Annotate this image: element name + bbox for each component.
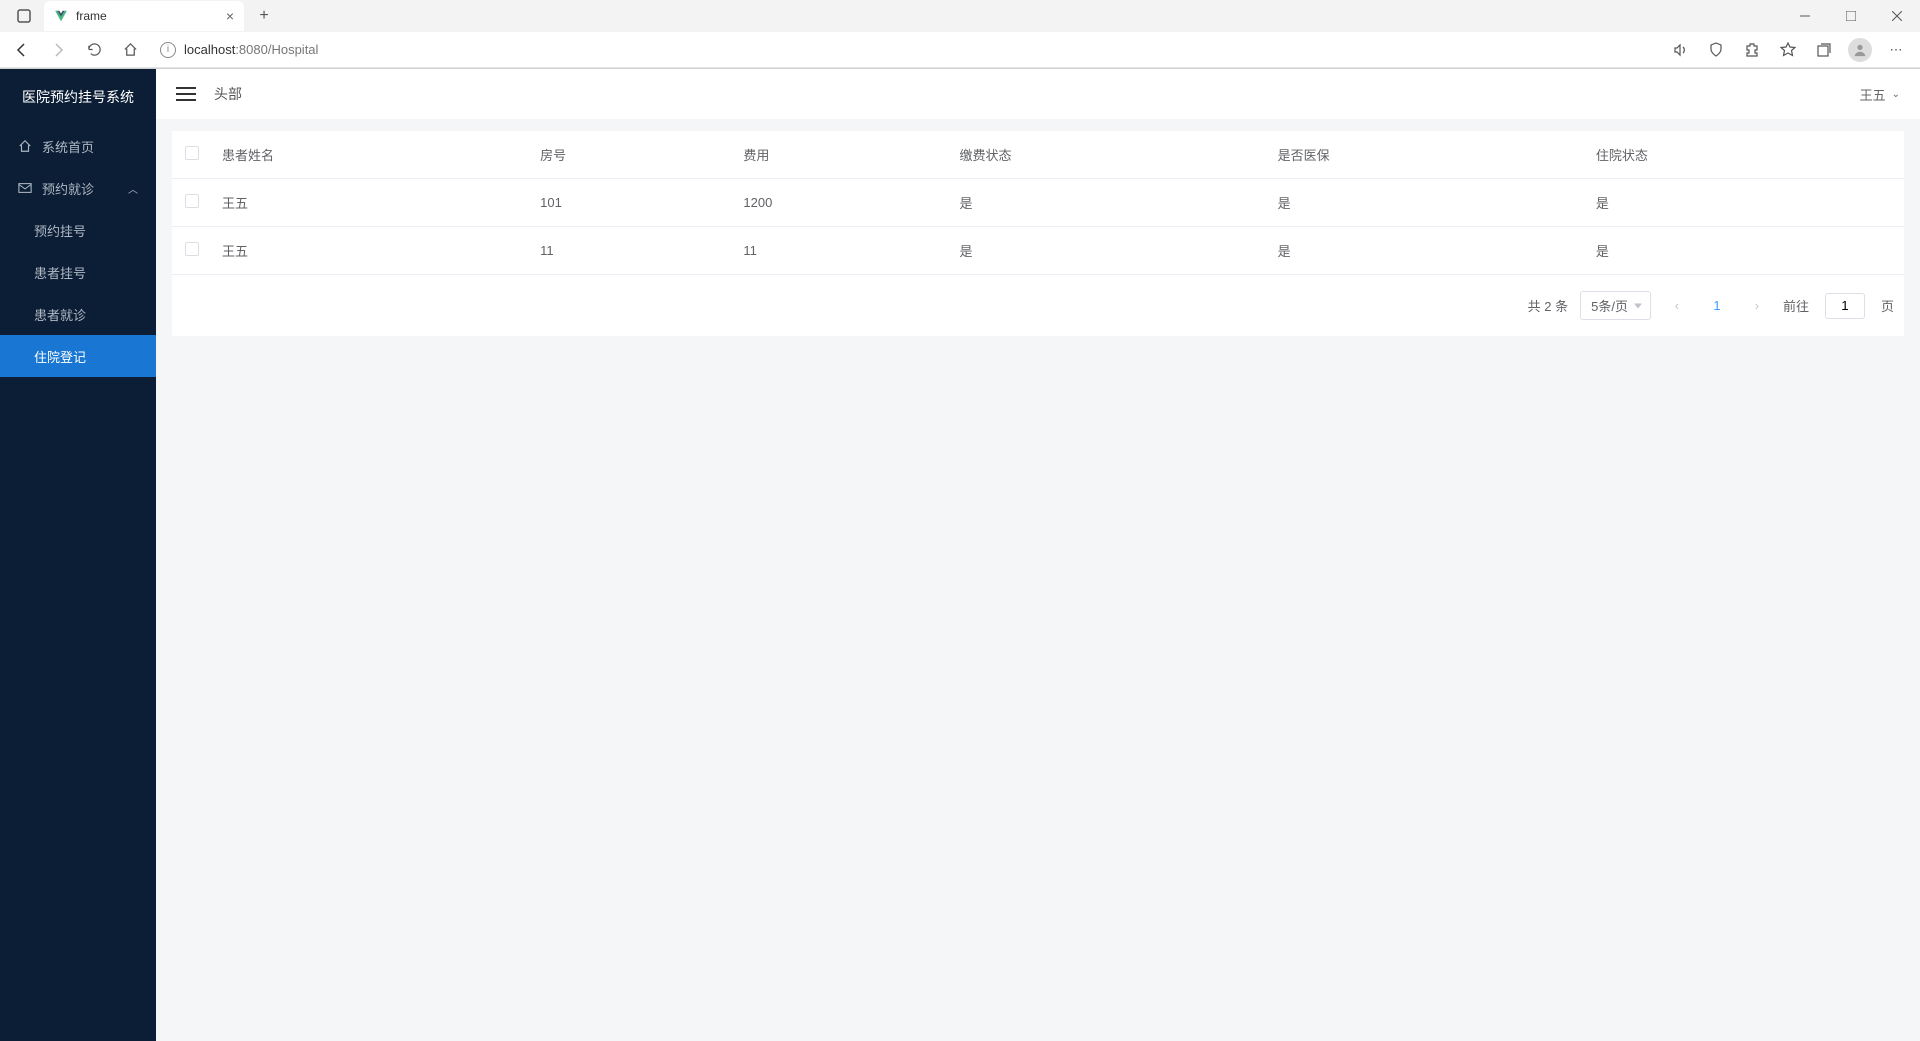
tab-title: frame — [76, 9, 218, 23]
sidebar-item-label: 预约就诊 — [42, 179, 94, 198]
table-header-row: 患者姓名 房号 费用 缴费状态 是否医保 住院状态 — [172, 131, 1904, 179]
pagination: 共 2 条 5条/页 ‹ 1 › 前往 页 — [172, 275, 1904, 336]
sidebar-item-label: 住院登记 — [34, 347, 86, 366]
forward-button[interactable] — [44, 36, 72, 64]
next-page-button[interactable]: › — [1743, 293, 1771, 319]
maximize-button[interactable] — [1828, 0, 1874, 32]
site-info-icon[interactable]: i — [160, 42, 176, 58]
prev-page-button[interactable]: ‹ — [1663, 293, 1691, 319]
minimize-button[interactable] — [1782, 0, 1828, 32]
sidebar-item-label: 患者就诊 — [34, 305, 86, 324]
url-bar[interactable]: i localhost:8080/Hospital — [152, 36, 1656, 64]
more-menu-icon[interactable]: ⋯ — [1880, 36, 1912, 64]
table-cell: 是 — [1586, 179, 1904, 227]
page-size-select[interactable]: 5条/页 — [1580, 291, 1651, 320]
breadcrumb: 头部 — [214, 84, 242, 104]
row-select-cell — [172, 227, 212, 275]
sidebar-item-hospitalization[interactable]: 住院登记 — [0, 335, 156, 377]
page-number[interactable]: 1 — [1703, 293, 1731, 319]
table-header: 缴费状态 — [950, 131, 1268, 179]
chevron-down-icon: ⌄ — [1892, 89, 1900, 100]
close-window-button[interactable] — [1874, 0, 1920, 32]
row-select-cell — [172, 179, 212, 227]
sidebar-item-home[interactable]: 系统首页 — [0, 125, 156, 167]
data-table: 患者姓名 房号 费用 缴费状态 是否医保 住院状态 王五 101 — [172, 131, 1904, 275]
mail-icon — [18, 181, 32, 195]
browser-action-icons: ⋯ — [1664, 36, 1912, 64]
table-cell: 是 — [950, 227, 1268, 275]
vue-favicon — [54, 9, 68, 23]
table-cell: 王五 — [212, 227, 530, 275]
sidebar-item-appointment-register[interactable]: 预约挂号 — [0, 209, 156, 251]
browser-chrome: frame × + i localhost:8080/Hospital ⋯ — [0, 0, 1920, 69]
back-button[interactable] — [8, 36, 36, 64]
app-root: code51.cncode51.cncode51.cncode51.cncode… — [0, 69, 1920, 1041]
sidebar-title: 医院预约挂号系统 — [0, 69, 156, 125]
user-name: 王五 — [1860, 85, 1886, 104]
table-row[interactable]: 王五 101 1200 是 是 是 — [172, 179, 1904, 227]
tab-bar: frame × + — [0, 0, 1920, 32]
sidebar: 医院预约挂号系统 系统首页 预约就诊 ︿ 预约挂号 患者挂号 患者就诊 住院登记 — [0, 69, 156, 1041]
user-dropdown[interactable]: 王五 ⌄ — [1860, 85, 1900, 104]
window-controls — [1782, 0, 1920, 32]
goto-page-input[interactable] — [1825, 293, 1865, 319]
refresh-button[interactable] — [80, 36, 108, 64]
table-cell: 1200 — [733, 179, 949, 227]
table-header: 是否医保 — [1268, 131, 1586, 179]
url-text: localhost:8080/Hospital — [184, 42, 318, 57]
table-cell: 是 — [950, 179, 1268, 227]
table-row[interactable]: 王五 11 11 是 是 是 — [172, 227, 1904, 275]
goto-suffix: 页 — [1881, 296, 1894, 315]
profile-avatar[interactable] — [1844, 36, 1876, 64]
sidebar-item-label: 患者挂号 — [34, 263, 86, 282]
sidebar-item-appointment-parent[interactable]: 预约就诊 ︿ — [0, 167, 156, 209]
table-cell: 是 — [1586, 227, 1904, 275]
browser-tab[interactable]: frame × — [44, 1, 244, 31]
collections-icon[interactable] — [1808, 36, 1840, 64]
topbar: 头部 王五 ⌄ — [156, 69, 1920, 119]
table-header: 住院状态 — [1586, 131, 1904, 179]
pagination-total: 共 2 条 — [1528, 296, 1568, 315]
table-header: 费用 — [733, 131, 949, 179]
select-all-cell — [172, 131, 212, 179]
extensions-icon[interactable] — [1736, 36, 1768, 64]
select-all-checkbox[interactable] — [185, 146, 199, 160]
table-cell: 王五 — [212, 179, 530, 227]
table-header: 患者姓名 — [212, 131, 530, 179]
favorites-icon[interactable] — [1772, 36, 1804, 64]
table-card: 患者姓名 房号 费用 缴费状态 是否医保 住院状态 王五 101 — [172, 131, 1904, 336]
table-cell: 是 — [1268, 179, 1586, 227]
table-cell: 101 — [530, 179, 733, 227]
new-tab-button[interactable]: + — [250, 2, 278, 30]
goto-prefix: 前往 — [1783, 296, 1809, 315]
address-bar-row: i localhost:8080/Hospital ⋯ — [0, 32, 1920, 68]
row-checkbox[interactable] — [185, 242, 199, 256]
main-content: 头部 王五 ⌄ 患者姓名 房号 费用 缴费状态 是否医保 — [156, 69, 1920, 1041]
table-header: 房号 — [530, 131, 733, 179]
table-cell: 11 — [530, 227, 733, 275]
sidebar-item-patient-visit[interactable]: 患者就诊 — [0, 293, 156, 335]
table-cell: 是 — [1268, 227, 1586, 275]
sidebar-item-label: 系统首页 — [42, 137, 94, 156]
toggle-sidebar-button[interactable] — [176, 83, 196, 105]
close-tab-icon[interactable]: × — [226, 8, 234, 24]
home-button[interactable] — [116, 36, 144, 64]
table-cell: 11 — [733, 227, 949, 275]
sidebar-item-label: 预约挂号 — [34, 221, 86, 240]
content-area: 患者姓名 房号 费用 缴费状态 是否医保 住院状态 王五 101 — [156, 119, 1920, 1041]
row-checkbox[interactable] — [185, 194, 199, 208]
read-aloud-icon[interactable] — [1664, 36, 1696, 64]
tabs-overview-button[interactable] — [8, 2, 40, 30]
home-icon — [18, 139, 32, 153]
extension-shield-icon[interactable] — [1700, 36, 1732, 64]
chevron-up-icon: ︿ — [128, 181, 138, 196]
sidebar-item-patient-register[interactable]: 患者挂号 — [0, 251, 156, 293]
